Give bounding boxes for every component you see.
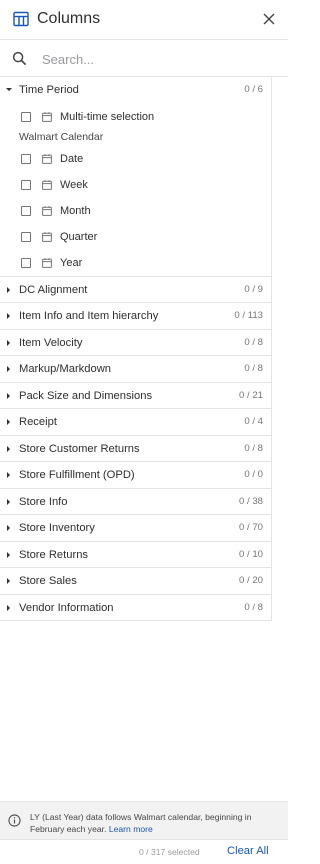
close-icon[interactable] xyxy=(261,11,277,27)
checkbox[interactable] xyxy=(21,179,31,190)
clear-all-button[interactable]: Clear All xyxy=(227,845,269,857)
selected-count: 0 / 317 selected xyxy=(139,847,200,857)
checkbox[interactable] xyxy=(21,257,31,268)
group-count: 0 / 8 xyxy=(244,336,263,348)
group-header-store-customer-returns[interactable]: Store Customer Returns 0 / 8 xyxy=(0,436,271,462)
search-icon xyxy=(12,51,27,66)
group-label: Pack Size and Dimensions xyxy=(19,389,153,402)
columns-icon xyxy=(13,11,29,27)
group-count: 0 / 4 xyxy=(244,416,263,427)
group-label: Item Info and Item hierarchy xyxy=(19,310,159,322)
group-label: Receipt xyxy=(19,416,57,428)
group-count: 0 / 8 xyxy=(244,442,263,454)
group-count: 0 / 9 xyxy=(244,283,263,295)
column-item-multi-time[interactable]: Multi-time selection xyxy=(0,104,271,130)
caret-right-icon xyxy=(7,498,10,505)
group-header-store-inventory[interactable]: Store Inventory 0 / 70 xyxy=(0,515,271,542)
group-label: Vendor Information xyxy=(19,601,114,614)
caret-right-icon xyxy=(7,339,10,346)
column-label: Date xyxy=(60,152,84,165)
caret-right-icon xyxy=(7,419,10,425)
calendar-icon xyxy=(42,257,52,268)
group-header-vendor-information[interactable]: Vendor Information 0 / 8 xyxy=(0,595,271,621)
caret-down-icon xyxy=(6,88,12,91)
group-count: 0 / 0 xyxy=(244,469,263,480)
group-header-item-velocity[interactable]: Item Velocity 0 / 8 xyxy=(0,330,271,356)
column-label: Quarter xyxy=(60,230,98,243)
group-count: 0 / 70 xyxy=(238,522,263,533)
checkbox[interactable] xyxy=(21,231,31,242)
column-item-year[interactable]: Year xyxy=(0,250,271,276)
group-label: Store Fulfillment (OPD) xyxy=(19,469,135,481)
group-header-store-info[interactable]: Store Info 0 / 38 xyxy=(0,489,271,515)
group-label: Markup/Markdown xyxy=(19,363,112,375)
column-group-list: Time Period 0 / 6 Multi-time selection W… xyxy=(0,77,272,621)
search-input[interactable] xyxy=(42,49,272,69)
column-item-week[interactable]: Week xyxy=(0,172,271,198)
column-item-date[interactable]: Date xyxy=(0,146,271,172)
column-label: Month xyxy=(60,204,91,217)
group-label: Item Velocity xyxy=(19,336,83,349)
group-count: 0 / 8 xyxy=(244,601,263,613)
group-label: Store Returns xyxy=(19,548,89,561)
group-header-dc-alignment[interactable]: DC Alignment 0 / 9 xyxy=(0,277,271,303)
caret-right-icon xyxy=(7,366,10,372)
selection-footer: 0 / 317 selected Clear All xyxy=(0,840,288,864)
column-label: Week xyxy=(60,178,88,191)
info-text: LY (Last Year) data follows Walmart cale… xyxy=(30,811,280,836)
group-count: 0 / 6 xyxy=(244,84,263,95)
group-header-item-info[interactable]: Item Info and Item hierarchy 0 / 113 xyxy=(0,303,271,330)
column-item-quarter[interactable]: Quarter xyxy=(0,224,271,250)
group-label: Store Customer Returns xyxy=(19,442,140,455)
scrollbar-track[interactable] xyxy=(272,77,288,801)
group-header-pack-size[interactable]: Pack Size and Dimensions 0 / 21 xyxy=(0,383,271,409)
group-header-store-sales[interactable]: Store Sales 0 / 20 xyxy=(0,568,271,595)
column-label: Multi-time selection xyxy=(60,110,155,123)
group-label: Store Info xyxy=(19,495,68,508)
group-count: 0 / 21 xyxy=(238,389,263,401)
checkbox[interactable] xyxy=(21,205,31,216)
column-item-month[interactable]: Month xyxy=(0,198,271,224)
group-label: Time Period xyxy=(19,84,79,96)
caret-right-icon xyxy=(7,604,10,611)
group-count: 0 / 38 xyxy=(238,495,263,507)
calendar-icon xyxy=(42,231,52,242)
caret-right-icon xyxy=(7,525,10,531)
group-label: Store Sales xyxy=(19,575,77,587)
caret-right-icon xyxy=(7,313,10,319)
column-label: Year xyxy=(60,256,83,269)
calendar-icon xyxy=(42,179,52,190)
caret-right-icon xyxy=(7,286,10,293)
calendar-icon xyxy=(42,205,52,216)
group-count: 0 / 113 xyxy=(234,310,263,321)
info-icon xyxy=(8,814,21,827)
subgroup-label-walmart-calendar: Walmart Calendar xyxy=(19,130,104,143)
group-header-markup-markdown[interactable]: Markup/Markdown 0 / 8 xyxy=(0,356,271,383)
caret-right-icon xyxy=(7,392,10,399)
panel-title: Columns xyxy=(37,10,101,27)
group-label: Store Inventory xyxy=(19,522,95,534)
group-header-store-returns[interactable]: Store Returns 0 / 10 xyxy=(0,542,271,568)
group-time-period: Time Period 0 / 6 Multi-time selection W… xyxy=(0,77,271,277)
checkbox[interactable] xyxy=(21,153,31,164)
caret-right-icon xyxy=(7,551,10,558)
caret-right-icon xyxy=(7,472,10,478)
group-header-store-fulfillment[interactable]: Store Fulfillment (OPD) 0 / 0 xyxy=(0,462,271,489)
learn-more-link[interactable]: Learn more xyxy=(109,824,153,834)
group-header-receipt[interactable]: Receipt 0 / 4 xyxy=(0,409,271,436)
panel-header: Columns xyxy=(0,0,288,40)
checkbox[interactable] xyxy=(21,111,31,122)
group-count: 0 / 20 xyxy=(238,575,263,586)
group-count: 0 / 8 xyxy=(244,363,263,374)
group-count: 0 / 10 xyxy=(238,548,263,560)
group-header-time-period[interactable]: Time Period 0 / 6 xyxy=(0,77,271,104)
caret-right-icon xyxy=(7,445,10,452)
calendar-icon xyxy=(42,111,52,122)
caret-right-icon xyxy=(7,578,10,584)
search-bar xyxy=(0,40,288,77)
info-banner: LY (Last Year) data follows Walmart cale… xyxy=(0,801,288,840)
group-label: DC Alignment xyxy=(19,283,88,296)
calendar-icon xyxy=(42,153,52,164)
